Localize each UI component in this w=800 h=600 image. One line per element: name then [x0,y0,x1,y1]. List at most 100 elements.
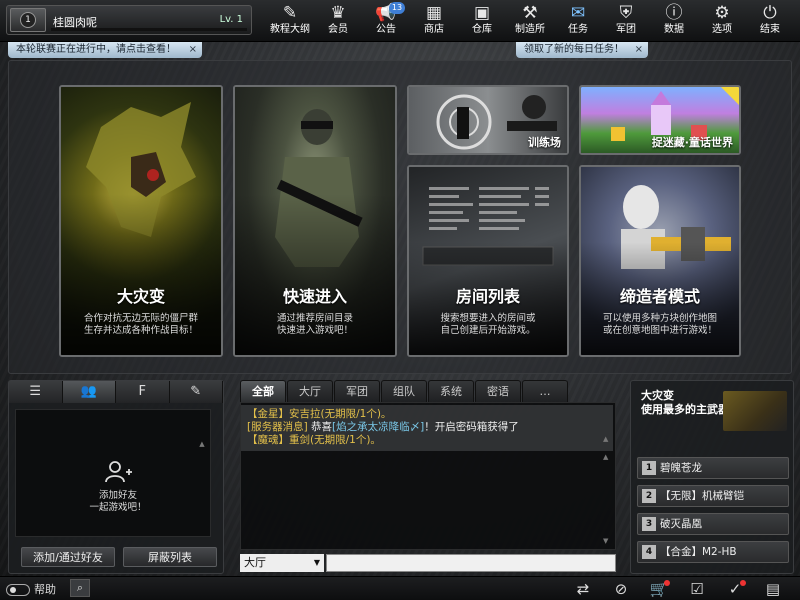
close-icon[interactable]: × [189,42,197,58]
notification-badge: 13 [389,2,405,14]
weapon-row[interactable]: 1碧魄苍龙 [637,457,789,479]
nav-warehouse-button[interactable]: ▣仓库 [458,2,506,40]
weapon-rank: 4 [642,545,656,559]
tutorial-icon: ✎ [266,2,314,24]
mode-title: 训练场 [528,134,561,150]
nav-label: 结束 [746,24,794,36]
nav-label: 选项 [698,24,746,36]
friend-list-tab[interactable]: ☰ [9,381,63,403]
daily-mission-notice[interactable]: 领取了新的每日任务！ × [516,42,648,58]
mode-title: 房间列表 [409,283,567,307]
mode-card-room-list[interactable]: 房间列表 搜索想要进入的房间或 自己创建后开始游戏。 [407,165,569,357]
film-icon-glyph: ▤ [766,580,780,598]
checklist-icon[interactable]: ☑ [678,578,716,600]
options-icon: ⚙ [698,2,746,24]
friends-panel: ☰ 👥 F ✎ 添加好友 一起游戏吧！ ▲ ▼ 添加/通过好友 屏蔽列表 [8,380,224,574]
nav-vip-button[interactable]: ♛会员 [314,2,362,40]
add-friend-line2: 一起游戏吧！ [78,502,158,514]
mode-title: 缔造者模式 [581,283,739,307]
film-icon[interactable]: ▤ [754,578,792,600]
nav-shop-button[interactable]: ▦商店 [410,2,458,40]
compass-icon[interactable]: ⊘ [602,578,640,600]
chat-tab[interactable]: 全部 [240,380,286,402]
legion-friends-tab[interactable]: F [116,381,170,403]
nav-label: 制造所 [506,24,554,36]
mode-card-zombie[interactable]: 大灾变 合作对抗无边无际的僵尸群 生存并达成各种作战目标！ [59,85,223,357]
search-icon[interactable]: ⌕ [70,579,90,597]
mode-card-quick-join[interactable]: 快速进入 通过推荐房间目录 快速进入游戏吧！ [233,85,397,357]
weapon-row[interactable]: 2【无限】机械臂铠 [637,485,789,507]
nav-label: 仓库 [458,24,506,36]
player-level: Lv. 1 [220,14,243,25]
weapon-name: 破灭晶凰 [660,518,702,530]
nav-label: 任务 [554,24,602,36]
weapon-stats-title: 大灾变 使用最多的主武器 [641,389,729,417]
chat-tab[interactable]: 大厅 [287,380,333,402]
nav-label: 教程大纲 [266,24,314,36]
weapon-row[interactable]: 4【合金】M2-HB [637,541,789,563]
help-toggle[interactable]: 帮助 [6,581,56,597]
mode-desc: 自己创建后开始游戏。 [409,325,567,337]
mode-card-builder[interactable]: 缔造者模式 可以使用多种方块创作地图 或在创意地图中进行游戏！ [579,165,741,357]
nav-announcement-button[interactable]: 📢公告13 [362,2,410,40]
mode-card-training[interactable]: 训练场 [407,85,569,155]
task-icon[interactable]: ✓ [716,578,754,600]
warehouse-icon: ▣ [458,2,506,24]
mode-card-hide-and-seek[interactable]: 捉迷藏·童话世界 [579,85,741,155]
mode-desc: 生存并达成各种作战目标！ [61,325,221,337]
swap-icon[interactable]: ⇄ [564,578,602,600]
chat-tab[interactable]: 密语 [475,380,521,402]
add-friend-line1: 添加好友 [78,490,158,502]
top-bar: 1 桂圆肉呢 Lv. 1 ✎教程大纲♛会员📢公告13▦商店▣仓库⚒制造所✉任务⛨… [0,0,800,42]
chat-message: 【魔魂】重剑(无期限/1个)。 [247,434,607,447]
mode-desc: 合作对抗无边无际的僵尸群 [61,313,221,325]
chat-message-segment: [服务器消息] [247,421,308,433]
friends-scrollbar[interactable]: ▲ ▼ [198,440,206,564]
nav-workshop-button[interactable]: ⚒制造所 [506,2,554,40]
weapon-row[interactable]: 3 破灭晶凰 [637,513,789,535]
scroll-up-icon[interactable]: ▲ [603,435,611,443]
nav-missions-button[interactable]: ✉任务 [554,2,602,40]
chat-message-segment: 【魔魂】重剑(无期限/1个)。 [247,434,381,446]
weapon-name: 碧魄苍龙 [660,462,702,474]
chat-channel-select[interactable]: 大厅 ▼ [240,554,324,572]
cart-icon[interactable]: 🛒 [640,578,678,600]
mode-desc: 搜索想要进入的房间或 [409,313,567,325]
nav-tutorial-button[interactable]: ✎教程大纲 [266,2,314,40]
alert-dot [664,580,670,586]
add-friend-prompt[interactable]: 添加好友 一起游戏吧！ [78,460,158,514]
mode-title: 捉迷藏·童话世界 [652,134,733,150]
rank-frame: 1 [10,8,46,32]
add-friend-button[interactable]: 添加/通过好友 [21,547,115,567]
chevron-down-icon: ▼ [314,554,320,572]
weapon-art [723,391,787,431]
nav-label: 会员 [314,24,362,36]
bottom-bar: 帮助 ⌕ ⇄ ⊘ 🛒☑✓ ▤ [0,576,800,600]
chat-message-segment[interactable]: [焰之承太凉降临〆] [332,421,424,433]
nav-options-button[interactable]: ⚙选项 [698,2,746,40]
chat-input[interactable] [326,554,616,572]
compass-icon-glyph: ⊘ [615,580,628,598]
scroll-up-icon[interactable]: ▲ [198,440,206,448]
weapon-rank: 3 [642,517,656,531]
mode-desc: 通过推荐房间目录 [235,313,395,325]
friends-group-tab[interactable]: 👥 [63,381,117,403]
scroll-down-icon[interactable]: ▼ [603,537,611,545]
chat-tab[interactable]: 组队 [381,380,427,402]
close-icon[interactable]: × [635,42,643,58]
message-tab[interactable]: ✎ [170,381,224,403]
player-profile[interactable]: 1 桂圆肉呢 Lv. 1 [6,5,252,35]
chat-channel-value: 大厅 [244,556,266,569]
block-list-button[interactable]: 屏蔽列表 [123,547,217,567]
nav-legion-button[interactable]: ⛨军团 [602,2,650,40]
mode-title: 快速进入 [235,283,395,307]
chat-tab[interactable]: 系统 [428,380,474,402]
nav-data-button[interactable]: ⓘ数据 [650,2,698,40]
vip-icon: ♛ [314,2,362,24]
chat-tab[interactable]: 军团 [334,380,380,402]
chat-tab[interactable]: … [522,380,568,402]
scroll-up-icon[interactable]: ▲ [603,453,611,461]
nav-label: 数据 [650,24,698,36]
league-notice[interactable]: 本轮联赛正在进行中，请点击查看！ × [8,42,202,58]
nav-exit-button[interactable]: ⏻结束 [746,2,794,40]
